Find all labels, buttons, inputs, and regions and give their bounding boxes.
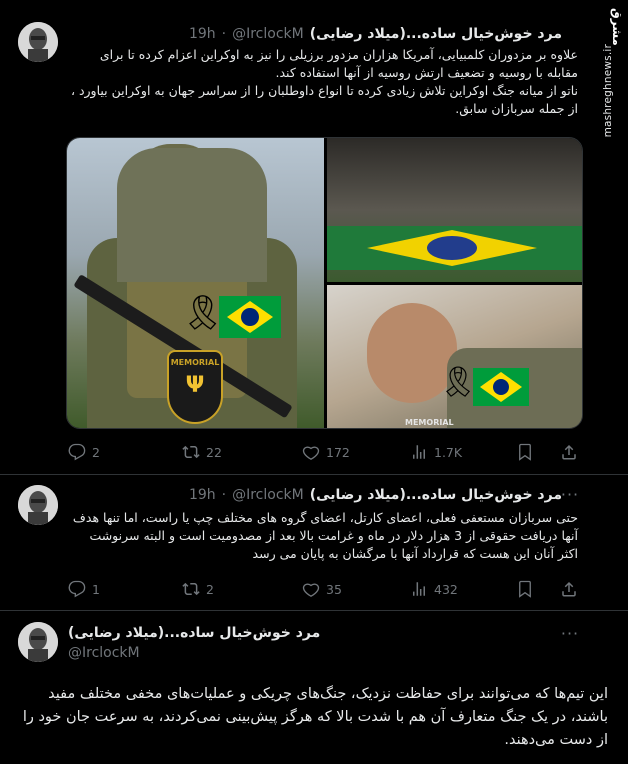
repost-button[interactable]: 22 <box>182 443 222 461</box>
tweet-text: حتی سربازان مستعفی فعلی، اعضای کارتل، اع… <box>72 510 578 561</box>
brazil-flag-icon <box>219 296 281 338</box>
brazil-flag-banner <box>327 226 582 270</box>
bookmark-icon <box>519 443 531 461</box>
bookmark-icon <box>519 580 531 598</box>
repost-icon <box>182 445 200 459</box>
like-button[interactable]: 172 <box>302 443 350 461</box>
views-icon <box>413 445 425 459</box>
avatar-photo <box>18 22 58 62</box>
user-handle[interactable]: @IrclockM <box>232 487 304 503</box>
bookmark-button[interactable] <box>516 580 534 598</box>
soldier-body-top-right <box>117 148 267 282</box>
reply-count: 2 <box>92 444 100 460</box>
reply-button[interactable]: 1 <box>68 580 100 598</box>
memorial-badge: MEMORIAL Ψ <box>167 350 223 424</box>
trident-icon: Ψ <box>185 373 205 398</box>
avatar[interactable] <box>18 485 58 525</box>
reply-count: 1 <box>92 581 100 597</box>
tweet-text: علاوه بر مزدوران کلمبیایی، آمریکا هزاران… <box>70 47 578 116</box>
views-button[interactable]: 432 <box>410 580 458 598</box>
tweet-header: 19h · @IrclockM مرد خوش‌خیال ساده...(میل… <box>68 24 562 44</box>
display-name[interactable]: مرد خوش‌خیال ساده...(میلاد رضایی) <box>310 26 562 42</box>
tweet-actions: 1 2 35 432 <box>68 579 588 599</box>
tweet-media-grid[interactable]: 🎗 MEMORIAL Ψ 🎗 MEMORIAL <box>66 137 583 429</box>
views-count: 432 <box>434 581 458 597</box>
share-icon <box>562 444 576 460</box>
mourning-ribbon-icon: 🎗 <box>181 293 225 333</box>
share-button[interactable] <box>560 443 578 461</box>
mourning-ribbon-icon-2: 🎗 <box>439 365 478 400</box>
memorial-label: MEMORIAL <box>405 418 454 427</box>
reply-icon <box>68 443 86 461</box>
tweet-actions: 2 22 172 1.7K <box>68 442 588 462</box>
brazil-flag-icon-2 <box>473 368 529 406</box>
avatar-photo <box>18 622 58 662</box>
separator-dot: · <box>221 26 227 42</box>
user-handle[interactable]: @IrclockM <box>232 26 304 42</box>
views-button[interactable]: 1.7K <box>410 443 462 461</box>
tweet-2[interactable]: 19h · @IrclockM مرد خوش‌خیال ساده...(میل… <box>0 475 628 610</box>
user-handle[interactable]: @IrclockM <box>68 645 140 661</box>
repost-icon <box>182 582 200 596</box>
avatar[interactable] <box>18 622 58 662</box>
like-count: 35 <box>326 581 342 597</box>
share-icon <box>562 581 576 597</box>
separator-dot: · <box>221 487 227 503</box>
timestamp[interactable]: 19h <box>189 26 216 42</box>
like-icon <box>302 583 320 597</box>
reply-button[interactable]: 2 <box>68 443 100 461</box>
avatar[interactable] <box>18 22 58 62</box>
tweet-1[interactable]: 19h · @IrclockM مرد خوش‌خیال ساده...(میل… <box>0 0 628 470</box>
repost-count: 22 <box>206 444 222 460</box>
display-name[interactable]: مرد خوش‌خیال ساده...(میلاد رضایی) <box>68 625 320 641</box>
tweet-text: این تیم‌ها که می‌توانند برای حفاظت نزدیک… <box>22 686 608 748</box>
like-count: 172 <box>326 444 350 460</box>
bookmark-button[interactable] <box>516 443 534 461</box>
reply-icon <box>68 580 86 598</box>
like-icon <box>302 446 320 460</box>
repost-count: 2 <box>206 581 214 597</box>
like-button[interactable]: 35 <box>302 580 342 598</box>
views-count: 1.7K <box>434 444 463 460</box>
display-name[interactable]: مرد خوش‌خیال ساده...(میلاد رضایی) <box>310 487 562 503</box>
more-options-icon[interactable]: ··· <box>560 487 580 509</box>
timestamp[interactable]: 19h <box>189 487 216 503</box>
share-button[interactable] <box>560 580 578 598</box>
repost-button[interactable]: 2 <box>182 580 214 598</box>
more-options-icon[interactable]: ··· <box>560 626 580 648</box>
views-icon <box>413 582 425 596</box>
tweet-header: 19h · @IrclockM مرد خوش‌خیال ساده...(میل… <box>68 485 562 505</box>
avatar-photo <box>18 485 58 525</box>
